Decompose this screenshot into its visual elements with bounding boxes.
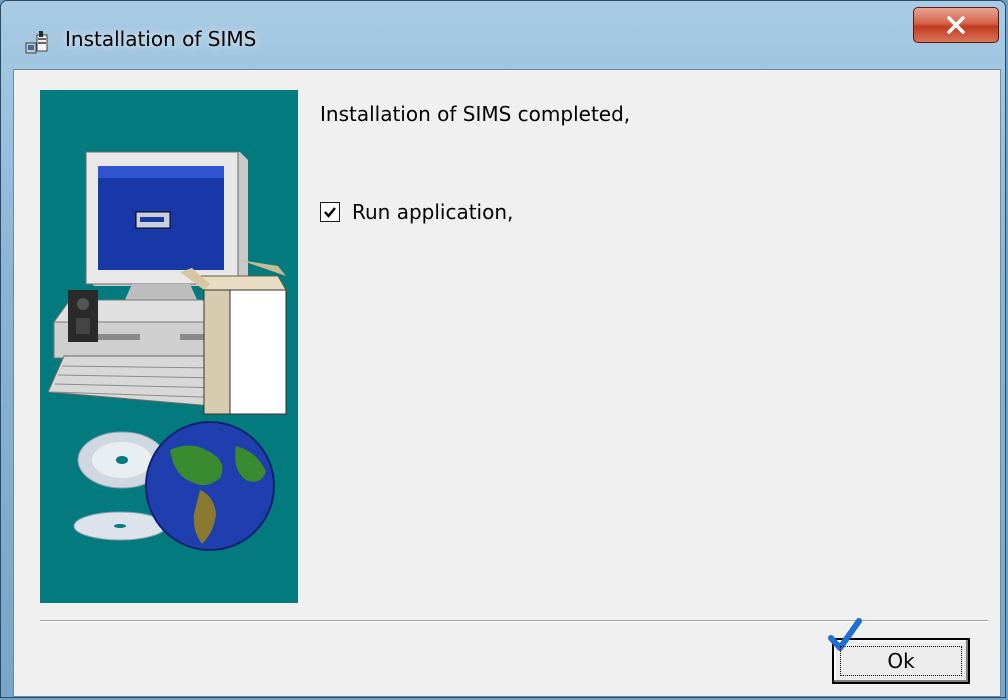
installer-window: Installation of SIMS Installation of SIM… xyxy=(0,0,1006,698)
completion-message: Installation of SIMS completed, xyxy=(320,102,631,126)
installer-banner-panel xyxy=(40,90,298,603)
window-title: Installation of SIMS xyxy=(65,27,257,51)
close-x-icon xyxy=(947,16,965,34)
installer-icon xyxy=(25,31,48,54)
run-application-label[interactable]: Run application, xyxy=(352,200,513,224)
dialog-client-area: Installation of SIMS completed, Run appl… xyxy=(13,69,1001,697)
ok-button-label[interactable]: Ok xyxy=(887,649,914,673)
run-application-checkbox[interactable]: Run application, xyxy=(320,200,513,224)
ok-button[interactable]: Ok xyxy=(828,618,970,684)
computer-globe-illustration xyxy=(47,151,287,551)
close-button[interactable] xyxy=(913,7,999,43)
checkbox-box[interactable] xyxy=(320,202,340,222)
title-bar[interactable]: Installation of SIMS xyxy=(1,1,1005,69)
checkmark-icon xyxy=(324,207,336,218)
